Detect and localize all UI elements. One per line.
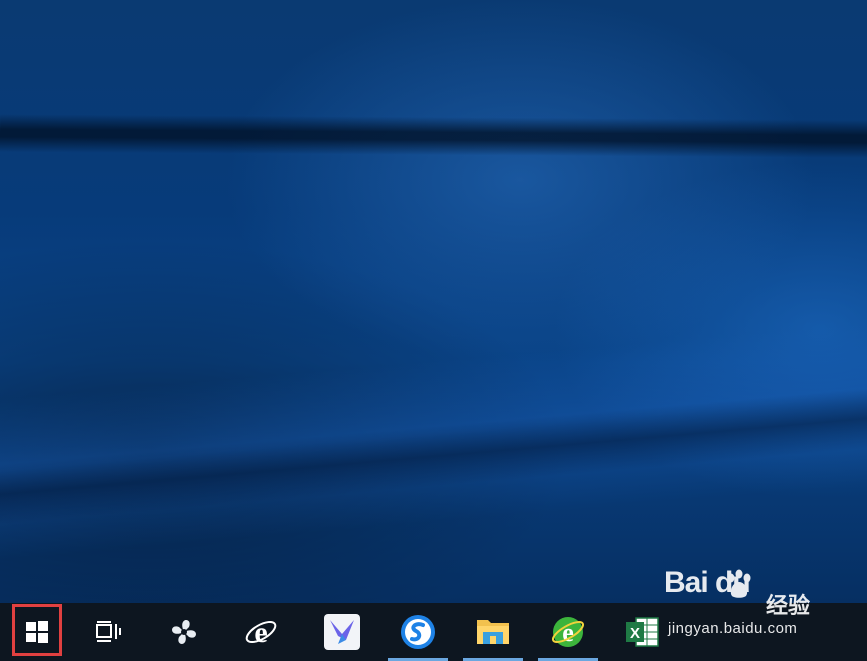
sogou-icon: [401, 615, 435, 649]
taskbar-app-internet-explorer[interactable]: e: [229, 603, 293, 661]
watermark-text: 经验: [766, 593, 811, 618]
folder-icon: [477, 620, 509, 644]
svg-text:e: e: [254, 616, 267, 649]
ie-icon: e: [245, 616, 277, 649]
taskbar-app-bird[interactable]: [310, 603, 374, 661]
task-view-icon: [96, 621, 121, 642]
start-button-highlight: [12, 604, 62, 656]
taskbar-app-file-explorer[interactable]: [461, 603, 525, 661]
green-e-icon: e: [551, 617, 585, 647]
paw-icon: [727, 569, 751, 598]
baidu-jingyan-watermark: Bai du 经验 jingyan.baidu.com: [664, 566, 864, 646]
svg-text:e: e: [562, 618, 574, 647]
desktop-wallpaper: [0, 0, 867, 603]
watermark-url: jingyan.baidu.com: [668, 620, 798, 637]
task-view-button[interactable]: [76, 603, 140, 661]
excel-icon: X: [626, 617, 659, 647]
taskbar-app-360-browser[interactable]: e: [536, 603, 600, 661]
svg-text:X: X: [630, 625, 640, 642]
bird-icon: [324, 614, 360, 650]
taskbar-app-sogou[interactable]: [386, 603, 450, 661]
pinwheel-icon: [172, 620, 196, 644]
taskbar-app-pinwheel[interactable]: [152, 603, 216, 661]
wallpaper-dark-beam: [0, 113, 867, 159]
